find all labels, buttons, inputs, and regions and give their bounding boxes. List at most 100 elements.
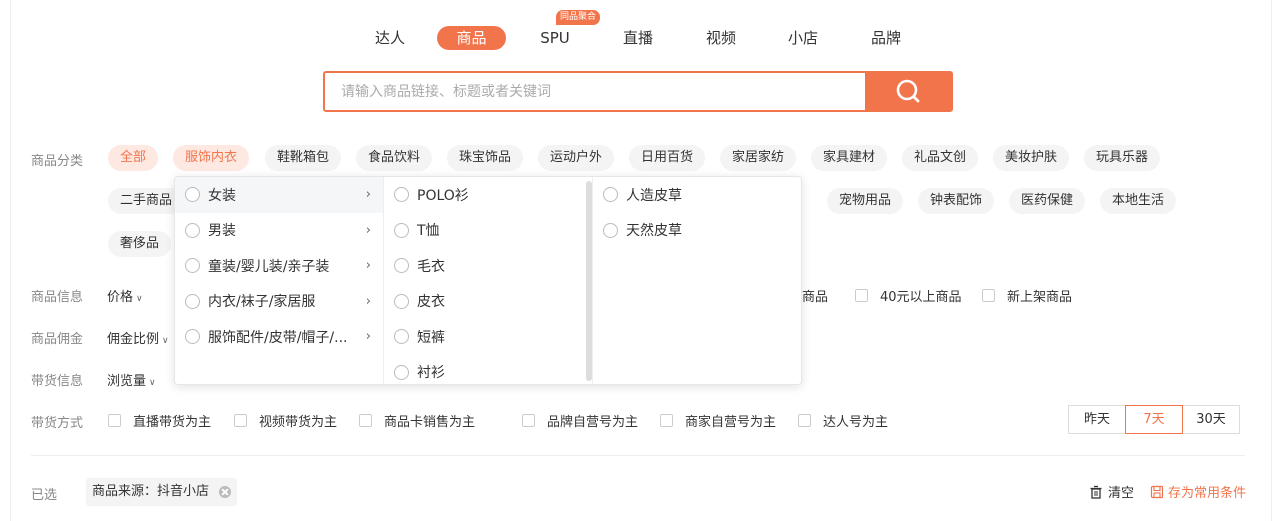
day-7[interactable]: 7天 <box>1125 405 1183 434</box>
category-chip[interactable]: 食品饮料 <box>356 145 433 171</box>
category-chip[interactable]: 家居家纺 <box>720 145 797 171</box>
cascader-column-3: 人造皮草 天然皮草 <box>593 177 801 384</box>
close-icon[interactable] <box>219 486 232 498</box>
checkbox-label: 新上架商品 <box>1007 290 1073 305</box>
checkbox-goods-card[interactable]: 商品卡销售为主 <box>359 411 475 430</box>
day-yesterday[interactable]: 昨天 <box>1068 405 1126 434</box>
cascader-option[interactable]: 短裤 <box>384 319 592 355</box>
goods-checkbox-label[interactable]: 商品 <box>802 286 828 305</box>
cascader-option[interactable]: 服饰配件/皮带/帽子/... › <box>175 319 383 355</box>
option-label: 短裤 <box>417 329 445 346</box>
checkbox-live[interactable]: 直播带货为主 <box>108 411 211 430</box>
checkbox-video[interactable]: 视频带货为主 <box>234 411 337 430</box>
category-chip[interactable]: 宠物用品 <box>827 188 904 214</box>
search-button[interactable] <box>865 73 951 110</box>
radio-circle[interactable] <box>394 293 409 309</box>
scrollbar[interactable] <box>586 181 592 381</box>
views-dropdown-label: 浏览量 <box>107 374 147 389</box>
radio-circle[interactable] <box>394 329 409 345</box>
radio-circle[interactable] <box>185 222 200 238</box>
category-chip-apparel[interactable]: 服饰内衣 <box>173 145 250 171</box>
checkbox-label: 40元以上商品 <box>880 290 962 305</box>
radio-circle[interactable] <box>603 222 618 238</box>
search-bar <box>323 71 953 112</box>
save-condition-button[interactable]: 存为常用条件 <box>1150 482 1246 501</box>
radio-circle[interactable] <box>394 364 409 380</box>
radio-circle[interactable] <box>394 258 409 274</box>
search-input[interactable] <box>325 73 867 110</box>
radio-circle[interactable] <box>603 187 618 203</box>
tab-shop[interactable]: 小店 <box>779 26 827 50</box>
option-label: 男装 <box>208 223 236 240</box>
views-dropdown[interactable]: 浏览量 ∨ <box>107 370 156 389</box>
cascader-option[interactable]: 男装 › <box>175 213 383 249</box>
category-chip[interactable]: 珠宝饰品 <box>447 145 524 171</box>
checkbox-label: 视频带货为主 <box>259 415 338 430</box>
commission-dropdown[interactable]: 佣金比例 ∨ <box>107 328 169 347</box>
category-chip-all[interactable]: 全部 <box>108 145 159 171</box>
cascader-option[interactable]: 内衣/袜子/家居服 › <box>175 284 383 320</box>
option-label: 皮衣 <box>417 294 445 311</box>
category-chip[interactable]: 本地生活 <box>1100 188 1177 214</box>
category-chip[interactable]: 鞋靴箱包 <box>265 145 342 171</box>
checkbox-over-40[interactable]: 40元以上商品 <box>855 286 962 305</box>
category-chip[interactable]: 玩具乐器 <box>1084 145 1161 171</box>
option-label: 人造皮草 <box>626 187 682 204</box>
spu-badge: 同品聚合 <box>556 10 601 25</box>
category-chip[interactable]: 运动户外 <box>538 145 615 171</box>
commission-dropdown-label: 佣金比例 <box>107 332 160 347</box>
radio-circle[interactable] <box>394 222 409 238</box>
checkbox-merchant-self[interactable]: 商家自营号为主 <box>660 411 776 430</box>
category-chip[interactable]: 美妆护肤 <box>993 145 1070 171</box>
checkbox-daren[interactable]: 达人号为主 <box>798 411 888 430</box>
cascader-option[interactable]: 天然皮草 <box>593 213 801 249</box>
option-label: 服饰配件/皮带/帽子/... <box>208 329 348 346</box>
save-icon <box>1150 485 1164 498</box>
radio-circle[interactable] <box>185 293 200 309</box>
category-chip[interactable]: 钟表配饰 <box>918 188 995 214</box>
price-dropdown[interactable]: 价格 ∨ <box>107 286 143 305</box>
checkbox-box <box>798 414 811 427</box>
tab-live[interactable]: 直播 <box>614 26 662 50</box>
selected-tag: 商品来源：抖音小店 <box>86 478 238 506</box>
cascader-option[interactable]: 毛衣 <box>384 248 592 284</box>
tab-daren[interactable]: 达人 <box>366 26 414 50</box>
category-chip[interactable]: 礼品文创 <box>902 145 979 171</box>
cascader-option[interactable]: T恤 <box>384 213 592 249</box>
category-chip[interactable]: 日用百货 <box>629 145 706 171</box>
category-chip[interactable]: 二手商品 <box>108 188 185 214</box>
cascader-option[interactable]: 皮衣 <box>384 284 592 320</box>
checkbox-new-arrival[interactable]: 新上架商品 <box>982 286 1072 305</box>
chevron-right-icon: › <box>365 293 371 309</box>
radio-circle[interactable] <box>394 187 409 203</box>
radio-circle[interactable] <box>185 187 200 203</box>
tab-video[interactable]: 视频 <box>697 26 745 50</box>
checkbox-box <box>108 414 121 427</box>
category-chip[interactable]: 奢侈品 <box>108 231 172 257</box>
checkbox-box <box>359 414 372 427</box>
category-chip[interactable]: 家具建材 <box>811 145 888 171</box>
cascader-option[interactable]: 童装/婴儿装/亲子装 › <box>175 248 383 284</box>
selected-label: 已选 <box>31 488 58 503</box>
checkbox-box <box>855 289 868 302</box>
cascader-option[interactable]: POLO衫 <box>384 177 592 213</box>
tab-brand[interactable]: 品牌 <box>862 26 910 50</box>
radio-circle[interactable] <box>185 258 200 274</box>
cascader-option[interactable]: 衬衫 <box>384 355 592 385</box>
category-chip[interactable]: 医药保健 <box>1009 188 1086 214</box>
save-label: 存为常用条件 <box>1168 486 1247 501</box>
chevron-right-icon: › <box>365 187 371 202</box>
day-range-selector: 昨天 7天 30天 <box>1068 405 1240 434</box>
option-label: 童装/婴儿装/亲子装 <box>208 258 330 275</box>
radio-circle[interactable] <box>185 329 200 345</box>
cascader-option[interactable]: 女装 › <box>175 177 383 213</box>
cascader-option[interactable]: 人造皮草 <box>593 177 801 213</box>
day-30[interactable]: 30天 <box>1182 405 1240 434</box>
checkbox-label: 商家自营号为主 <box>685 415 777 430</box>
tab-spu[interactable]: SPU 同品聚合 <box>532 10 601 50</box>
clear-button[interactable]: 清空 <box>1089 482 1134 501</box>
checkbox-brand-self[interactable]: 品牌自营号为主 <box>522 411 638 430</box>
clear-label: 清空 <box>1108 486 1135 501</box>
tab-goods[interactable]: 商品 <box>437 26 506 50</box>
chevron-right-icon: › <box>365 329 371 344</box>
